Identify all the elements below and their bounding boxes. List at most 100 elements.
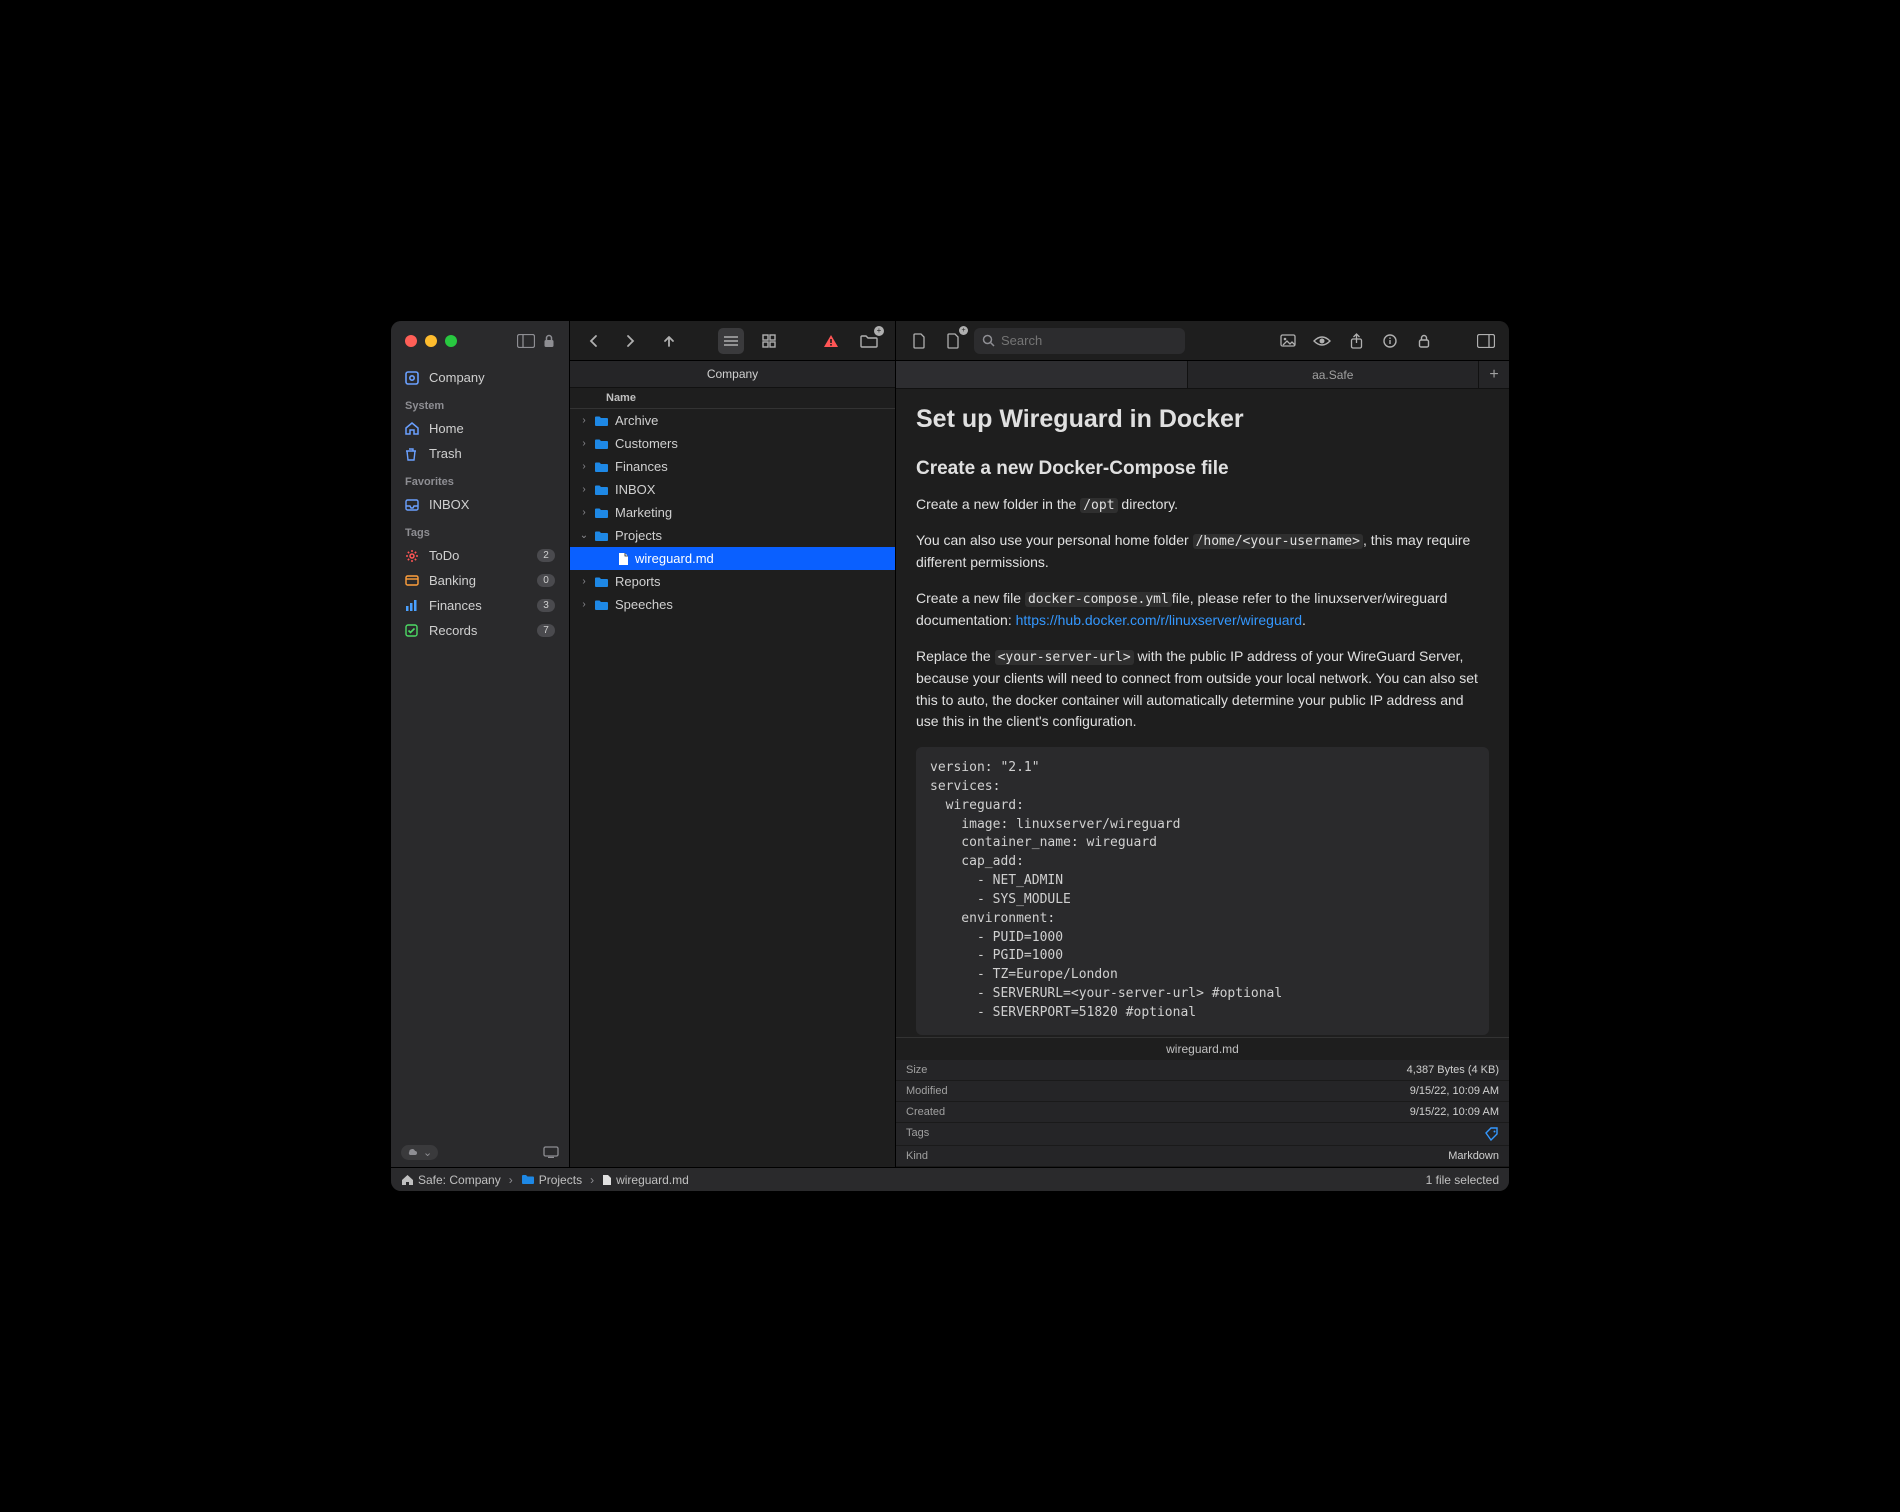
sidebar-item-finances[interactable]: Finances3 [391,593,569,618]
sidebar-item-banking[interactable]: Banking 0 [391,568,569,593]
folder-icon [521,1174,535,1185]
main-area: Company SystemHomeTrashFavoritesINBOXTag… [391,321,1509,1167]
sidebar-item-label: INBOX [429,497,469,512]
safe-icon [405,371,421,385]
folder-row[interactable]: › Customers [570,432,895,455]
disclosure-icon[interactable]: › [578,599,590,610]
sidebar-item-label: Home [429,421,464,436]
tree-label: Finances [615,459,668,474]
file-row[interactable]: wireguard.md [570,547,895,570]
sync-status[interactable]: ⌄ [401,1145,438,1160]
disclosure-icon[interactable]: ⌄ [578,530,590,541]
sidebar-toggle-icon[interactable] [517,334,535,348]
gear-icon [405,549,421,563]
sidebar-item-label: Trash [429,446,462,461]
tab-active[interactable]: aa.Safe [1188,361,1480,388]
content-pane: + aa.Safe + [896,321,1509,1167]
folder-row[interactable]: › Finances [570,455,895,478]
disclosure-icon[interactable]: › [578,438,590,449]
search-icon [982,334,995,347]
badge: 0 [537,574,555,587]
sidebar-item-trash[interactable]: Trash [391,441,569,466]
doc-p3: Create a new file docker-compose.ymlfile… [916,588,1489,632]
folder-row[interactable]: ›Reports [570,570,895,593]
file-icon [602,1174,612,1186]
folder-row[interactable]: ›Archive [570,409,895,432]
grid-view-button[interactable] [756,328,782,354]
display-icon[interactable] [543,1146,559,1158]
folder-row[interactable]: ⌄ Projects [570,524,895,547]
disclosure-icon[interactable]: › [578,576,590,587]
new-doc-button[interactable] [906,328,932,354]
content-toolbar: + [896,321,1509,361]
folder-row[interactable]: › Speeches [570,593,895,616]
sidebar-item-label: ToDo [429,548,459,563]
preview-icon[interactable] [1309,328,1335,354]
sidebar-safe-company[interactable]: Company [391,365,569,390]
new-doc-plus-button[interactable]: + [940,328,966,354]
file-list-header: Company [570,361,895,388]
tabs-row: aa.Safe + [896,361,1509,389]
info-icon[interactable] [1377,328,1403,354]
folder-icon [594,507,609,519]
disclosure-icon[interactable]: › [578,415,590,426]
document-scroll[interactable]: Set up Wireguard in Docker Create a new … [896,389,1509,1037]
sidebar-item-todo[interactable]: ToDo2 [391,543,569,568]
doc-p2: You can also use your personal home fold… [916,530,1489,574]
tab-add-button[interactable]: + [1479,361,1509,388]
folder-icon [594,576,609,588]
disclosure-icon[interactable]: › [578,507,590,518]
home-icon [405,422,421,435]
sidebar-item-inbox[interactable]: INBOX [391,492,569,517]
folder-row[interactable]: ›INBOX [570,478,895,501]
file-icon [618,552,629,566]
sidebar-group-title: Tags [391,517,569,543]
search-input[interactable] [1001,333,1177,348]
doc-filename: wireguard.md [896,1037,1509,1060]
tree-label: wireguard.md [635,551,714,566]
back-button[interactable] [580,328,606,354]
search-box[interactable] [974,328,1185,354]
home-icon [401,1174,414,1186]
folder-add-button[interactable]: + [856,328,882,354]
share-icon[interactable] [1343,328,1369,354]
panel-toggle-icon[interactable] [1473,328,1499,354]
info-kind: KindMarkdown [896,1146,1509,1167]
sidebar-item-records[interactable]: Records7 [391,618,569,643]
disclosure-icon[interactable]: › [578,461,590,472]
sidebar-group-title: Favorites [391,466,569,492]
doc-p4: Replace the <your-server-url> with the p… [916,646,1489,733]
minimize-button[interactable] [425,335,437,347]
tree-label: Projects [615,528,662,543]
warning-icon[interactable] [818,328,844,354]
card-icon [405,575,421,586]
badge: 7 [537,624,555,637]
breadcrumb[interactable]: Safe: Company › Projects › wireguard.md [401,1173,689,1187]
code-block: version: "2.1" services: wireguard: imag… [916,747,1489,1035]
lock-icon-2[interactable] [1411,328,1437,354]
sidebar-item-label: Banking [429,573,476,588]
image-icon[interactable] [1275,328,1301,354]
close-button[interactable] [405,335,417,347]
document: Set up Wireguard in Docker Create a new … [896,389,1509,1037]
info-modified: Modified9/15/22, 10:09 AM [896,1081,1509,1102]
tag-icon[interactable] [1485,1127,1499,1141]
status-selection: 1 file selected [1426,1173,1499,1187]
titlebar [391,321,569,361]
tab-blank[interactable] [896,361,1188,388]
doc-link[interactable]: https://hub.docker.com/r/linuxserver/wir… [1016,612,1302,628]
list-view-button[interactable] [718,328,744,354]
up-button[interactable] [656,328,682,354]
maximize-button[interactable] [445,335,457,347]
forward-button[interactable] [618,328,644,354]
info-tags[interactable]: Tags [896,1123,1509,1146]
tree-label: Speeches [615,597,673,612]
file-toolbar: + [570,321,895,361]
sidebar-item-home[interactable]: Home [391,416,569,441]
disclosure-icon[interactable]: › [578,484,590,495]
folder-row[interactable]: ›Marketing [570,501,895,524]
lock-icon[interactable] [543,334,555,348]
file-list-columns[interactable]: Name [570,388,895,409]
tree-label: Customers [615,436,678,451]
file-tree[interactable]: ›Archive›Customers›Finances›INBOX›Market… [570,409,895,1167]
